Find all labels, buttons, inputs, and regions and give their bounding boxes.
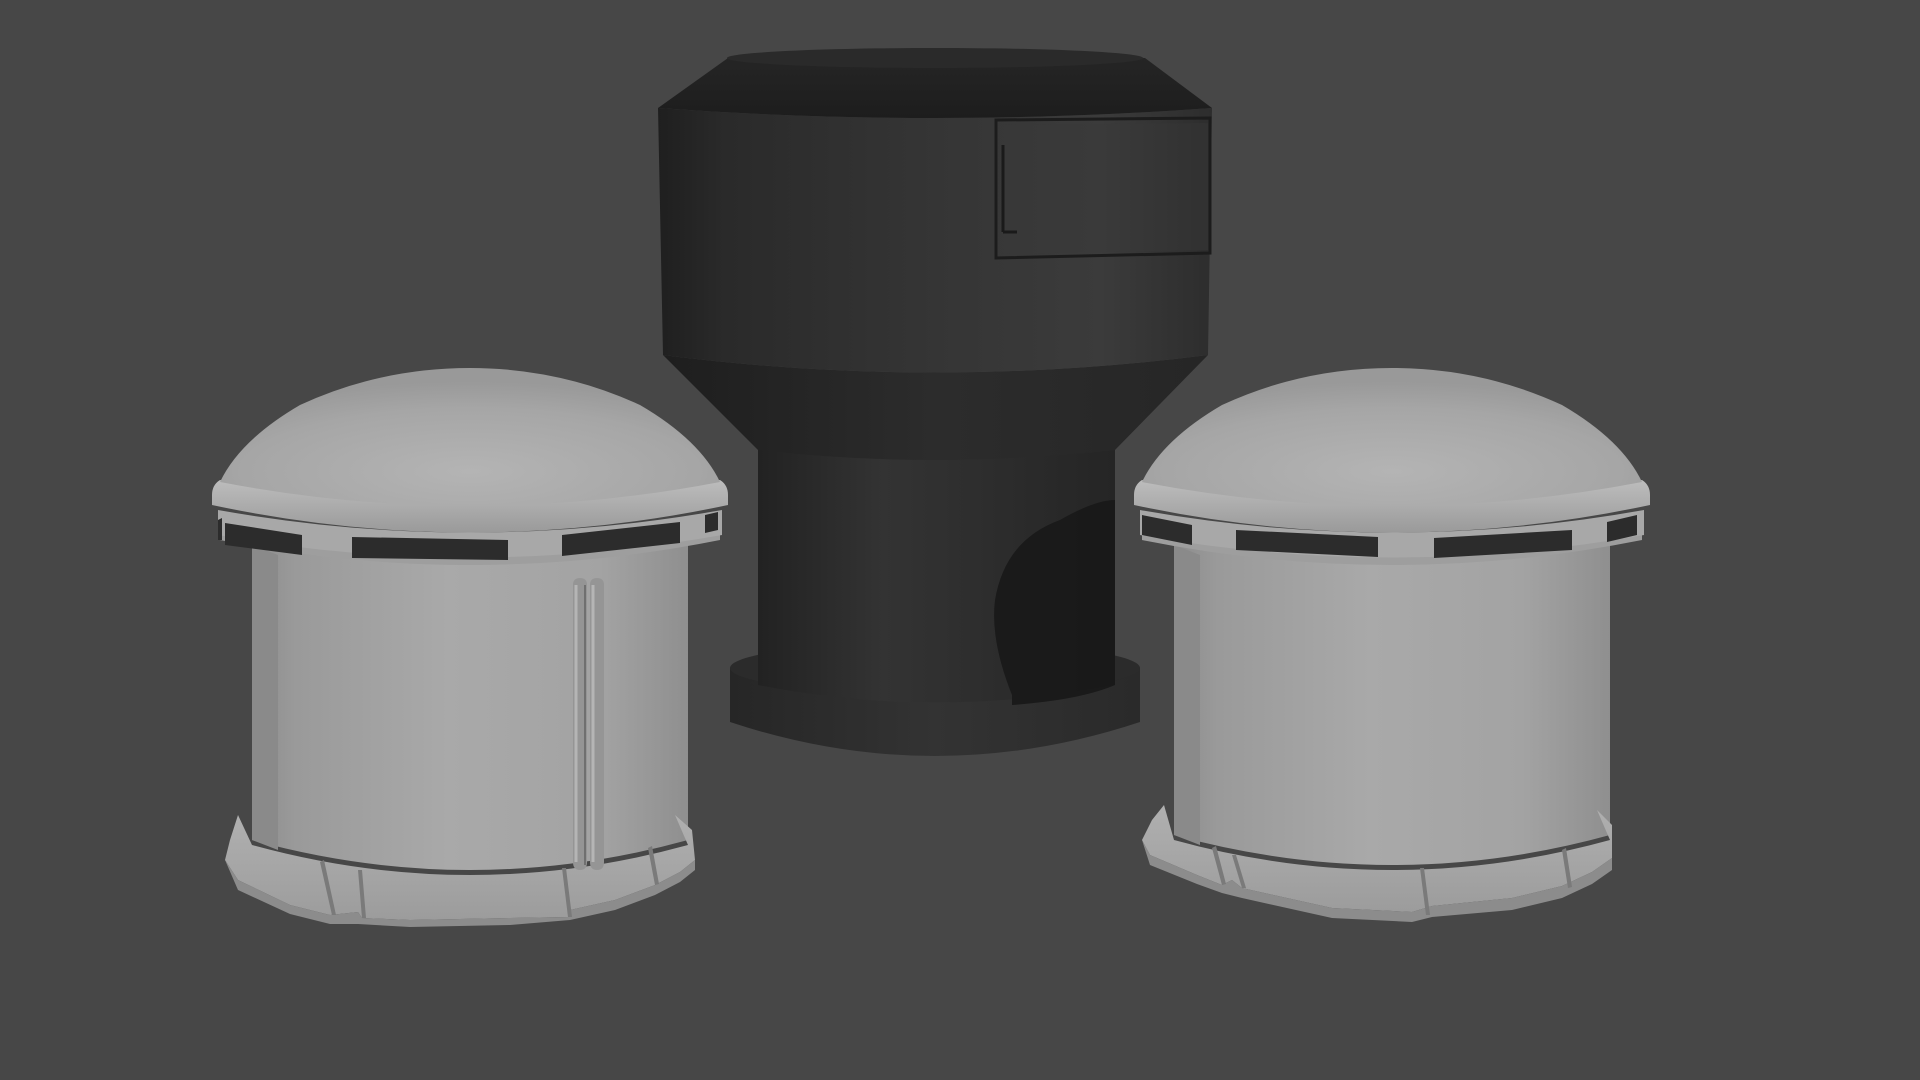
center-tower — [658, 48, 1212, 770]
tower-hatch-highlight — [1001, 123, 1208, 254]
right-dome-hut — [1134, 368, 1650, 922]
left-dome-hut — [212, 368, 728, 927]
tower-top-cap — [727, 48, 1143, 68]
left-hut-body — [252, 545, 688, 870]
right-hut-body — [1174, 545, 1610, 865]
render-viewport — [0, 0, 1920, 1080]
